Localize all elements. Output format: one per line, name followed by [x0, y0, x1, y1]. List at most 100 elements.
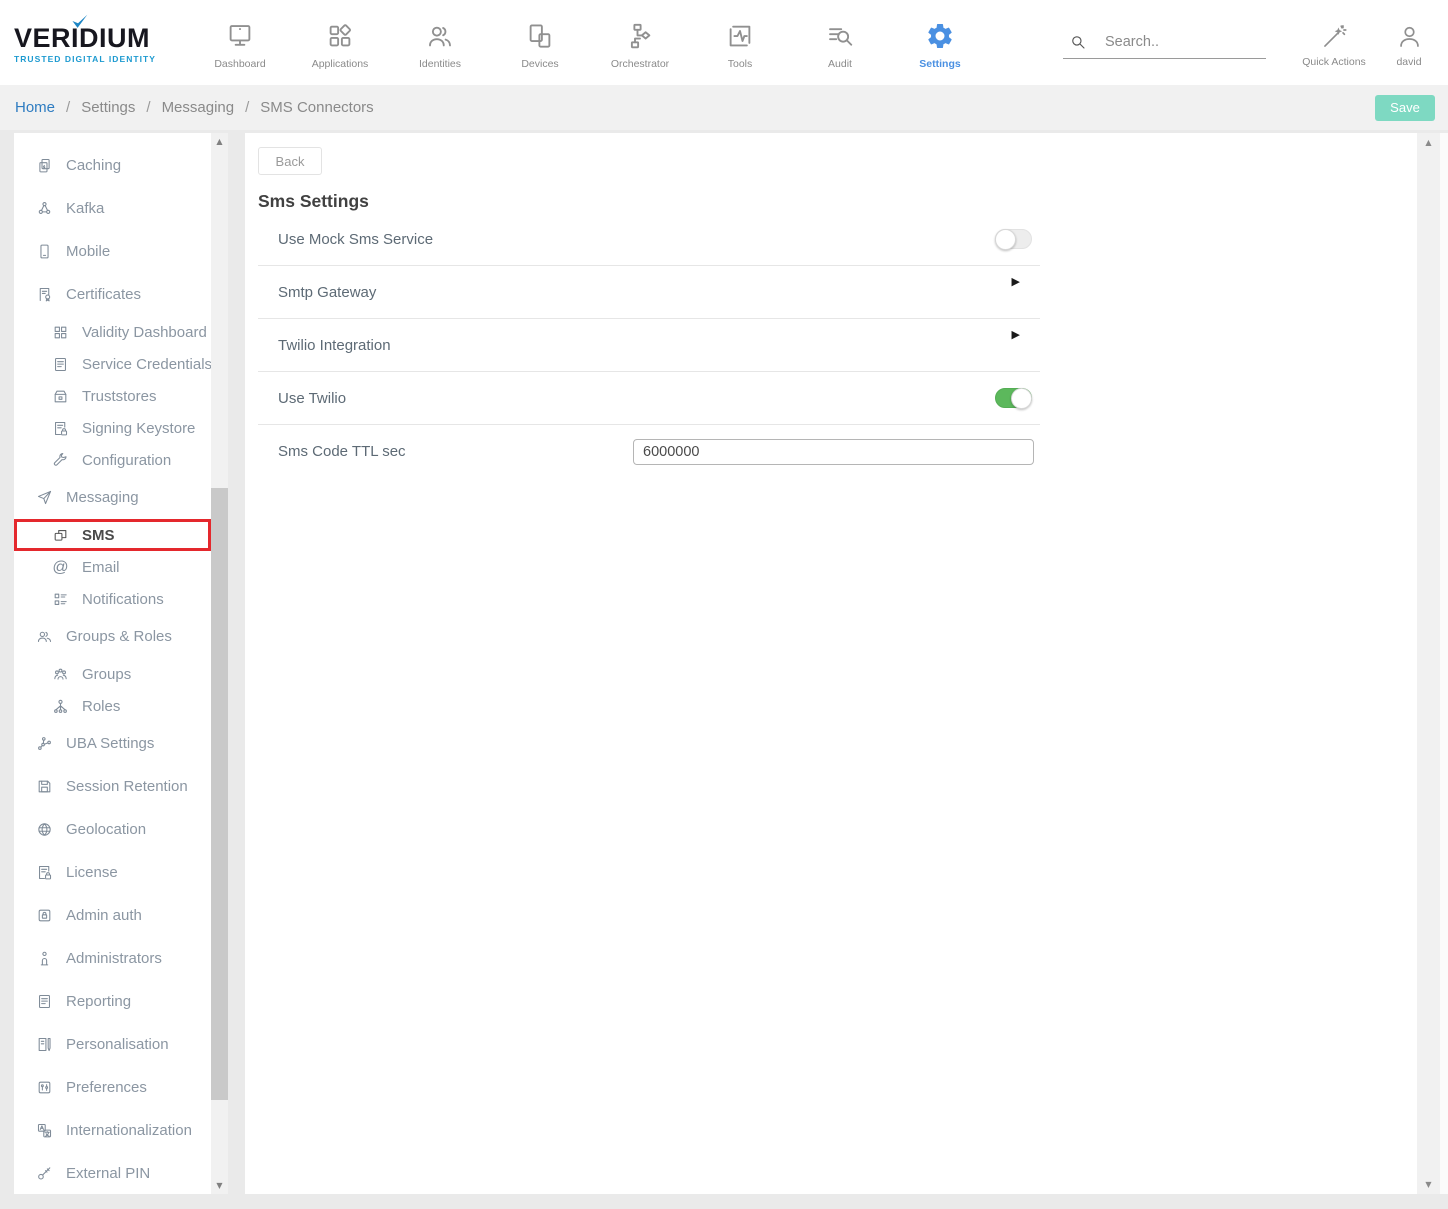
- sidebar-item-label: Reporting: [66, 993, 131, 1010]
- scroll-down-icon[interactable]: ▼: [1417, 1180, 1440, 1189]
- truststore-icon: [52, 388, 69, 405]
- back-button[interactable]: Back: [258, 147, 322, 175]
- scroll-down-icon[interactable]: ▼: [211, 1181, 228, 1190]
- breadcrumb-separator: /: [66, 99, 70, 116]
- sidebar-item-truststores[interactable]: Truststores: [14, 380, 211, 412]
- setting-row-use-twilio: Use Twilio: [258, 372, 1040, 425]
- breadcrumb: Home/Settings/Messaging/SMS Connectors: [15, 99, 374, 116]
- use-mock-sms-service-toggle[interactable]: [995, 229, 1032, 249]
- breadcrumb-item-messaging[interactable]: Messaging: [162, 99, 235, 116]
- quick-actions-button[interactable]: Quick Actions: [1292, 17, 1376, 68]
- brand-tagline: TRUSTED DIGITAL IDENTITY: [14, 54, 174, 64]
- expand-arrow-icon[interactable]: ▶: [1012, 328, 1020, 341]
- setting-label: Use Mock Sms Service: [278, 231, 633, 248]
- sms-code-ttl-sec-input[interactable]: [633, 439, 1034, 465]
- caching-icon: [36, 157, 53, 174]
- page-title: Sms Settings: [258, 191, 1417, 212]
- settings-sidebar: Caching Kafka Mobile CertificatesValidity D…: [14, 133, 228, 1194]
- sidebar-item-validity-dashboard[interactable]: Validity Dashboard: [14, 316, 211, 348]
- save-button[interactable]: Save: [1375, 95, 1435, 121]
- user-menu[interactable]: david: [1380, 17, 1438, 68]
- sidebar-item-label: Personalisation: [66, 1036, 169, 1053]
- sidebar-item-uba-settings[interactable]: UBA Settings: [14, 722, 211, 765]
- sidebar-item-label: Configuration: [82, 452, 171, 469]
- sidebar-item-roles[interactable]: Roles: [14, 690, 211, 722]
- setting-label: Twilio Integration: [278, 337, 633, 354]
- nav-item-label: Devices: [521, 58, 558, 70]
- sidebar-item-service-credentials[interactable]: Service Credentials: [14, 348, 211, 380]
- sidebar-item-session-retention[interactable]: Session Retention: [14, 765, 211, 808]
- brand-logo[interactable]: VERIDIUM TRUSTED DIGITAL IDENTITY: [14, 21, 174, 64]
- kafka-icon: [36, 200, 53, 217]
- sidebar-item-external-pin[interactable]: External PIN: [14, 1152, 211, 1194]
- sidebar-item-internationalization[interactable]: Internationalization: [14, 1109, 211, 1152]
- sidebar-item-admin-auth[interactable]: Admin auth: [14, 894, 211, 937]
- setting-row-use-mock-sms-service: Use Mock Sms Service: [258, 213, 1040, 266]
- sidebar-item-label: External PIN: [66, 1165, 150, 1182]
- sidebar-item-label: Caching: [66, 157, 121, 174]
- sms-icon: [52, 527, 69, 544]
- sidebar-item-label: UBA Settings: [66, 735, 154, 752]
- main-panel: Back Sms Settings Use Mock Sms ServiceSm…: [245, 133, 1417, 1194]
- breadcrumb-item-settings[interactable]: Settings: [81, 99, 135, 116]
- book-pencil-icon: [36, 1036, 53, 1053]
- sidebar-item-groups[interactable]: Groups: [14, 658, 211, 690]
- top-header: VERIDIUM TRUSTED DIGITAL IDENTITY Dashbo…: [0, 0, 1448, 85]
- sidebar-item-email[interactable]: @Email: [14, 551, 211, 583]
- sidebar-item-label: Mobile: [66, 243, 110, 260]
- page-scrollbar: ▲ ▼: [1417, 133, 1440, 1194]
- nav-item-label: Orchestrator: [611, 58, 669, 70]
- sidebar-item-label: Administrators: [66, 950, 162, 967]
- doc-lock-icon: [36, 864, 53, 881]
- sidebar-item-kafka[interactable]: Kafka: [14, 187, 211, 230]
- sidebar-item-groups-roles[interactable]: Groups & Roles: [14, 615, 211, 658]
- breadcrumb-separator: /: [245, 99, 249, 116]
- nav-item-identities[interactable]: Identities: [390, 15, 490, 70]
- sidebar-item-label: Truststores: [82, 388, 156, 405]
- sidebar-item-label: SMS: [82, 527, 115, 544]
- nav-item-orchestrator[interactable]: Orchestrator: [590, 15, 690, 70]
- sidebar-item-reporting[interactable]: Reporting: [14, 980, 211, 1023]
- sidebar-item-label: Kafka: [66, 200, 104, 217]
- scroll-up-icon[interactable]: ▲: [1417, 138, 1440, 147]
- globe-icon: [36, 821, 53, 838]
- nav-item-label: Audit: [828, 58, 852, 70]
- sidebar-item-sms[interactable]: SMS: [14, 519, 211, 551]
- sidebar-item-certificates[interactable]: Certificates: [14, 273, 211, 316]
- sidebar-item-personalisation[interactable]: Personalisation: [14, 1023, 211, 1066]
- sidebar-item-preferences[interactable]: Preferences: [14, 1066, 211, 1109]
- breadcrumb-item-sms-connectors: SMS Connectors: [260, 99, 373, 116]
- breadcrumb-item-home[interactable]: Home: [15, 99, 55, 116]
- sidebar-item-label: License: [66, 864, 118, 881]
- sidebar-scrollbar: ▲ ▼: [211, 133, 228, 1194]
- expand-arrow-icon[interactable]: ▶: [1012, 275, 1020, 288]
- nav-item-devices[interactable]: Devices: [490, 15, 590, 70]
- sidebar-item-label: Signing Keystore: [82, 420, 195, 437]
- nav-item-applications[interactable]: Applications: [290, 15, 390, 70]
- sidebar-item-caching[interactable]: Caching: [14, 144, 211, 187]
- sidebar-item-geolocation[interactable]: Geolocation: [14, 808, 211, 851]
- people-icon: [36, 628, 53, 645]
- sidebar-item-license[interactable]: License: [14, 851, 211, 894]
- sidebar-item-signing-keystore[interactable]: Signing Keystore: [14, 412, 211, 444]
- sidebar-item-messaging[interactable]: Messaging: [14, 476, 211, 519]
- nav-item-settings[interactable]: Settings: [890, 15, 990, 70]
- right-gap: [1440, 133, 1448, 1194]
- nav-item-dashboard[interactable]: Dashboard: [190, 15, 290, 70]
- sidebar-item-notifications[interactable]: Notifications: [14, 583, 211, 615]
- sidebar-item-label: Groups: [82, 666, 131, 683]
- sidebar-scrollbar-thumb[interactable]: [211, 488, 228, 1100]
- search-input[interactable]: [1103, 33, 1253, 51]
- use-twilio-toggle[interactable]: [995, 388, 1032, 408]
- nav-item-audit[interactable]: Audit: [790, 15, 890, 70]
- scroll-up-icon[interactable]: ▲: [211, 137, 228, 146]
- sidebar-item-label: Service Credentials: [82, 356, 212, 373]
- nav-item-tools[interactable]: Tools: [690, 15, 790, 70]
- audit-icon: [825, 21, 855, 51]
- sidebar-item-configuration[interactable]: Configuration: [14, 444, 211, 476]
- sidebar-item-mobile[interactable]: Mobile: [14, 230, 211, 273]
- sidebar-item-label: Email: [82, 559, 120, 576]
- sidebar-item-administrators[interactable]: Administrators: [14, 937, 211, 980]
- prefs-icon: [36, 1079, 53, 1096]
- user-icon: [1396, 23, 1423, 50]
